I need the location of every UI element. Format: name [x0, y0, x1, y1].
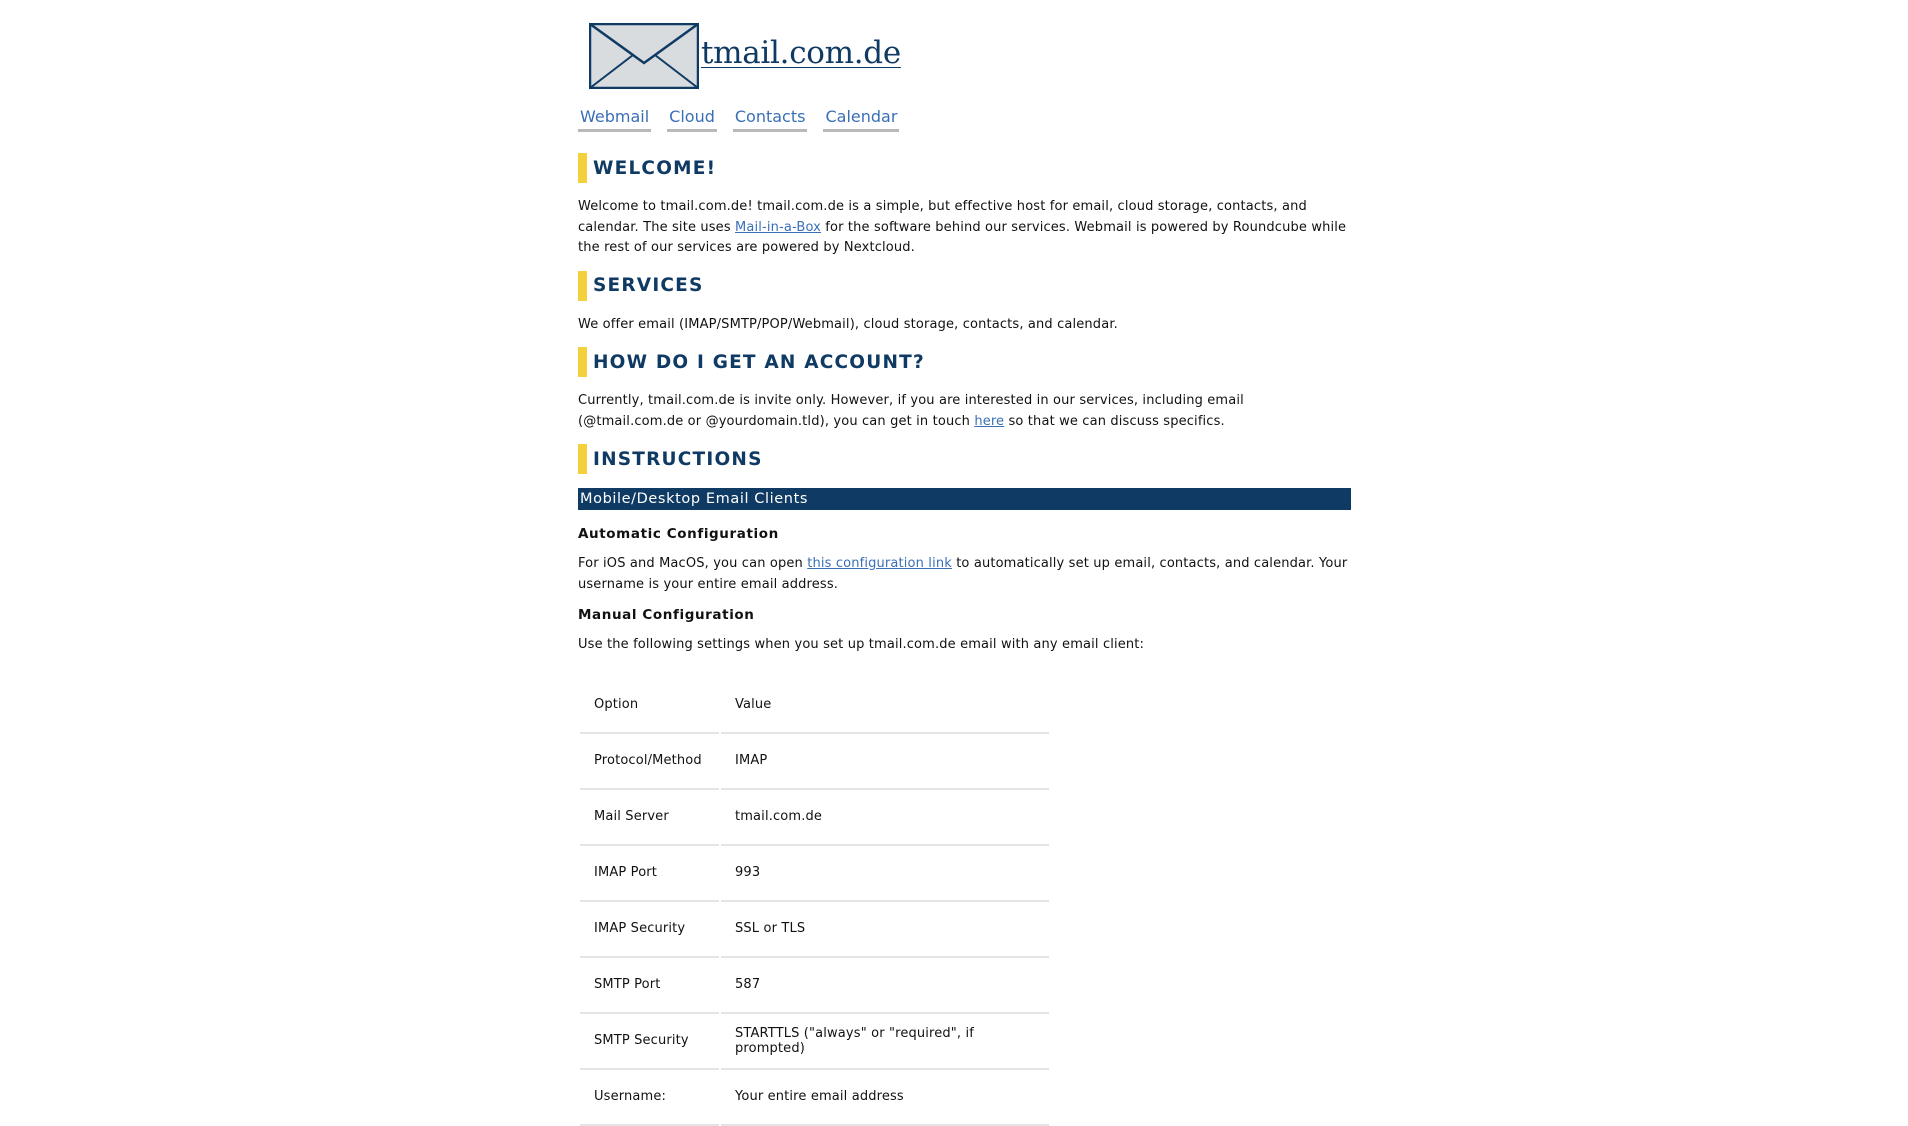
account-heading-text: HOW DO I GET AN ACCOUNT?: [593, 351, 925, 373]
table-row: SMTP Security STARTTLS ("always" or "req…: [580, 1014, 1049, 1070]
welcome-heading: WELCOME!: [578, 153, 1351, 183]
table-header-row: Option Value: [580, 678, 1049, 734]
instructions-heading: INSTRUCTIONS: [578, 444, 1351, 474]
table-cell-option: IMAP Security: [580, 902, 719, 958]
site-header: tmail.com.de: [589, 22, 1351, 89]
auto-text-1: For iOS and MacOS, you can open: [578, 556, 808, 571]
table-header-option: Option: [580, 678, 719, 734]
configuration-link[interactable]: this configuration link: [807, 556, 952, 571]
table-cell-value: STARTTLS ("always" or "required", if pro…: [721, 1014, 1049, 1070]
welcome-heading-text: WELCOME!: [593, 157, 717, 179]
heading-accent-bar: [578, 347, 587, 377]
mail-in-a-box-link[interactable]: Mail-in-a-Box: [735, 220, 821, 235]
table-row: IMAP Security SSL or TLS: [580, 902, 1049, 958]
heading-accent-bar: [578, 270, 587, 301]
manual-configuration-heading: Manual Configuration: [578, 607, 755, 623]
table-cell-value: tmail.com.de: [721, 790, 1049, 846]
manual-configuration-paragraph: Use the following settings when you set …: [578, 637, 1145, 652]
automatic-configuration-heading: Automatic Configuration: [578, 526, 779, 542]
table-cell-option: Username:: [580, 1070, 719, 1126]
envelope-icon[interactable]: [589, 23, 699, 89]
table-cell-value: Your entire email address: [721, 1070, 1049, 1126]
heading-accent-bar: [578, 153, 587, 183]
main-nav: Webmail Cloud Contacts Calendar: [578, 108, 1351, 132]
services-heading-text: SERVICES: [593, 275, 704, 296]
nav-item-contacts[interactable]: Contacts: [732, 108, 808, 132]
nav-item-calendar[interactable]: Calendar: [823, 108, 900, 132]
table-cell-option: IMAP Port: [580, 846, 719, 902]
table-row: SMTP Port 587: [580, 958, 1049, 1014]
heading-accent-bar: [578, 444, 587, 474]
table-row: IMAP Port 993: [580, 846, 1049, 902]
page-content: tmail.com.de Webmail Cloud Contacts Cale…: [578, 0, 1351, 1126]
table-cell-value: IMAP: [721, 734, 1049, 790]
services-heading: SERVICES: [578, 270, 1351, 301]
welcome-paragraph: Welcome to tmail.com.de! tmail.com.de is…: [578, 197, 1351, 259]
instructions-heading-text: INSTRUCTIONS: [593, 448, 763, 470]
table-header-value: Value: [721, 678, 1049, 734]
settings-table: Option Value Protocol/Method IMAP Mail S…: [578, 678, 1051, 1126]
table-cell-option: Mail Server: [580, 790, 719, 846]
account-text-2: so that we can discuss specifics.: [1004, 413, 1225, 429]
email-clients-subsection: Mobile/Desktop Email Clients: [578, 488, 1351, 510]
table-cell-value: 993: [721, 846, 1049, 902]
table-row: Username: Your entire email address: [580, 1070, 1049, 1126]
services-paragraph: We offer email (IMAP/SMTP/POP/Webmail), …: [578, 316, 1118, 332]
table-cell-option: SMTP Port: [580, 958, 719, 1014]
automatic-configuration-paragraph: For iOS and MacOS, you can open this con…: [578, 554, 1351, 595]
table-cell-option: Protocol/Method: [580, 734, 719, 790]
account-paragraph: Currently, tmail.com.de is invite only. …: [578, 391, 1351, 432]
account-heading: HOW DO I GET AN ACCOUNT?: [578, 347, 1351, 377]
table-row: Mail Server tmail.com.de: [580, 790, 1049, 846]
nav-item-cloud[interactable]: Cloud: [667, 108, 717, 132]
table-row: Protocol/Method IMAP: [580, 734, 1049, 790]
contact-here-link[interactable]: here: [974, 414, 1004, 429]
table-cell-value: SSL or TLS: [721, 902, 1049, 958]
table-cell-option: SMTP Security: [580, 1014, 719, 1070]
nav-item-webmail[interactable]: Webmail: [578, 108, 652, 132]
site-title-link[interactable]: tmail.com.de: [701, 35, 901, 71]
table-cell-value: 587: [721, 958, 1049, 1014]
